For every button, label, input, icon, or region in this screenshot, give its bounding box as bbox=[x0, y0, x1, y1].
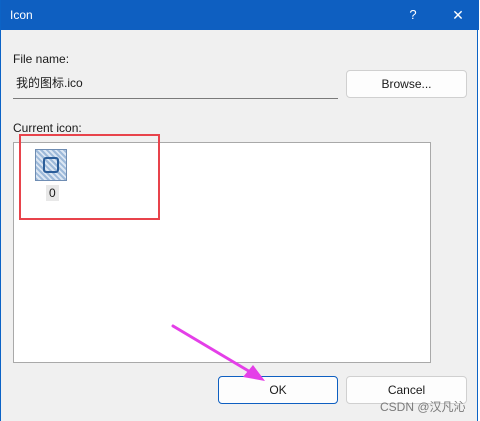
highlight-annotation-box bbox=[19, 134, 160, 220]
file-name-label: File name: bbox=[13, 52, 70, 66]
file-name-field[interactable]: 我的图标.ico bbox=[13, 69, 338, 99]
browse-button[interactable]: Browse... bbox=[346, 70, 467, 98]
watermark-text: CSDN @汉凡沁 bbox=[380, 400, 466, 414]
help-button[interactable]: ? bbox=[399, 0, 427, 30]
pointer-arrow-annotation bbox=[171, 324, 265, 381]
close-button[interactable]: ✕ bbox=[441, 0, 475, 30]
title-bar: Icon ? ✕ bbox=[1, 0, 479, 30]
current-icon-label: Current icon: bbox=[13, 121, 82, 135]
window-title: Icon bbox=[10, 8, 33, 22]
